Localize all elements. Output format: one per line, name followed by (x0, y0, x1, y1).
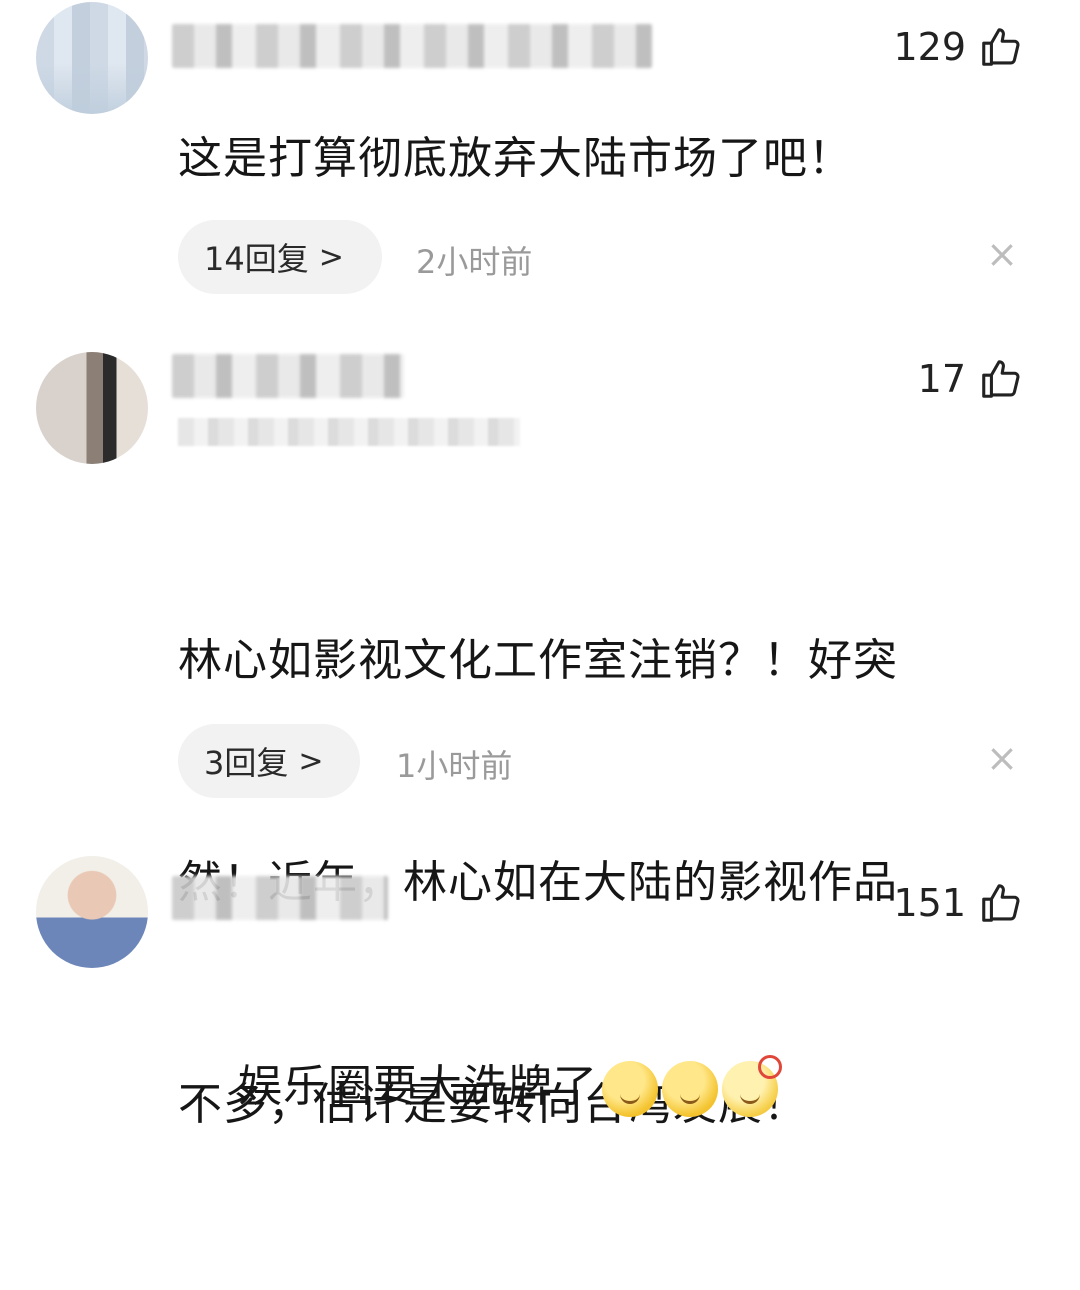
replies-label: 14回复 (204, 240, 309, 278)
comment-item: 17 林心如影视文化工作室注销？！好突 然！近年，林心如在大陆的影视作品 不多，… (0, 340, 1080, 1130)
username-blurred[interactable] (172, 876, 388, 920)
replies-label: 3回复 (204, 744, 289, 782)
comment-time: 1小时前 (396, 747, 513, 785)
comment-text: 娱乐圈要大洗牌了 (237, 1061, 598, 1112)
chevron-right-icon: > (318, 239, 344, 275)
like-button[interactable]: 129 (893, 24, 1024, 70)
username-blurred[interactable] (172, 24, 652, 68)
close-icon[interactable]: × (986, 736, 1018, 780)
thumbs-up-icon (982, 28, 1020, 66)
user-badge-blurred (178, 418, 520, 446)
avatar[interactable] (36, 2, 148, 114)
comment-item: 151 娱乐圈要大洗牌了 (0, 850, 1080, 1117)
comment-time: 2小时前 (416, 243, 533, 281)
avatar[interactable] (36, 352, 148, 464)
like-button[interactable]: 151 (893, 880, 1024, 926)
thumbs-up-icon (982, 360, 1020, 398)
hot-face-emoji-icon (661, 1061, 718, 1117)
chevron-right-icon: > (298, 743, 324, 779)
like-count: 17 (917, 357, 966, 401)
hot-face-emoji-icon (601, 1061, 658, 1117)
replies-button[interactable]: 3回复 > (178, 724, 360, 798)
comment-item: 129 这是打算彻底放弃大陆市场了吧！ 14回复 > 2小时前 × (0, 0, 1080, 320)
comment-text-line: 林心如影视文化工作室注销？！好突 (178, 635, 898, 686)
replies-button[interactable]: 14回复 > (178, 220, 382, 294)
close-icon[interactable]: × (986, 232, 1018, 276)
comment-text: 这是打算彻底放弃大陆市场了吧！ (178, 133, 853, 184)
comment-text-row: 娱乐圈要大洗牌了 (178, 976, 1038, 1198)
like-count: 151 (893, 881, 966, 925)
avatar[interactable] (36, 856, 148, 968)
like-count: 129 (893, 25, 966, 69)
like-button[interactable]: 17 (918, 356, 1024, 402)
thumbs-up-icon (982, 884, 1020, 922)
dizzy-face-emoji-icon (721, 1055, 782, 1117)
username-blurred[interactable] (172, 354, 404, 398)
